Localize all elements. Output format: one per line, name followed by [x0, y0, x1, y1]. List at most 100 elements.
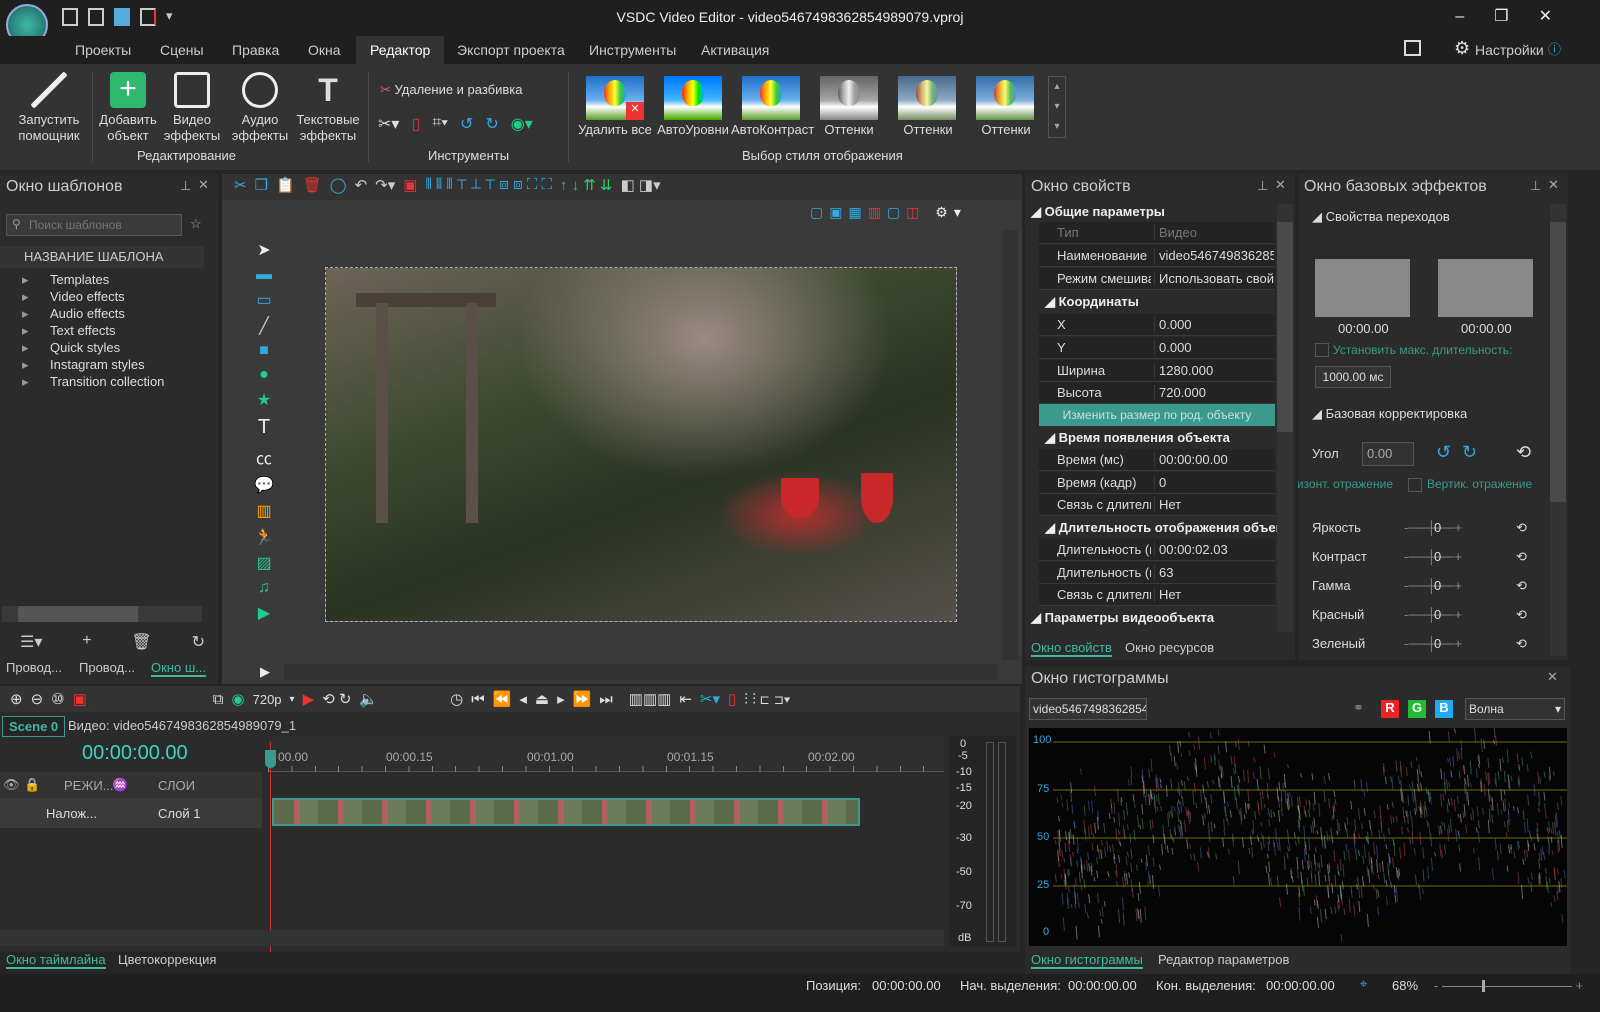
window-controls[interactable]: –❐✕ [1455, 6, 1582, 26]
close-icon[interactable]: ✕ [1547, 669, 1558, 685]
rotate-left-90-icon[interactable]: ↺ [1436, 442, 1451, 463]
animation-icon[interactable]: 🏃 [254, 527, 274, 547]
select-icon[interactable]: ▣ [403, 176, 417, 198]
play-preview-icon[interactable]: ▶ [260, 664, 270, 680]
property-row[interactable]: Время (кадр) 0 [1039, 472, 1275, 494]
property-row[interactable]: X 0.000 [1039, 314, 1275, 336]
drawing-tools[interactable]: ➤ ▬ ▭ ╱ ■ ● ★ T ㏄ 💬 ▥ 🏃 ▨ ♫ ▶ [252, 240, 276, 623]
angle-input[interactable]: 0.00 [1362, 442, 1414, 466]
volume-icon[interactable]: 🔈 [359, 690, 378, 708]
zoom-in-icon[interactable]: ⊕ [10, 690, 23, 708]
horizontal-scrollbar[interactable] [284, 664, 998, 680]
tree-item[interactable]: Templates [22, 272, 109, 288]
audio-effects-button[interactable]: Аудио эффекты [228, 72, 292, 144]
tab-color-correction[interactable]: Цветокоррекция [118, 952, 216, 967]
vertical-scrollbar[interactable] [1550, 204, 1566, 656]
pointer-icon[interactable]: ➤ [257, 240, 270, 260]
property-row[interactable]: Время (мс) 00:00:00.00 [1039, 449, 1275, 471]
line-icon[interactable]: ╱ [259, 316, 269, 336]
menu-editor[interactable]: Редактор [356, 36, 445, 64]
lock-icon[interactable]: 🔒 [24, 777, 40, 793]
trash-icon[interactable]: 🗑 [131, 632, 151, 652]
property-row[interactable]: Высота 720.000 [1039, 382, 1275, 404]
tab-video-clip[interactable]: Видео: video5467498362854989079_1 [68, 718, 296, 733]
property-row[interactable]: Длительность (мс)00:00:02.03 [1039, 539, 1275, 561]
close-icon[interactable]: ✕ [1275, 177, 1286, 193]
subtitles-icon[interactable]: ㏄ [256, 445, 272, 469]
tree-item[interactable]: Transition collection [22, 374, 164, 390]
split-icon[interactable]: ✂▾ [700, 690, 720, 708]
video-effects-button[interactable]: Видео эффекты [160, 72, 224, 144]
add-object-button[interactable]: + Добавить объект [96, 72, 160, 144]
layer-name[interactable]: Слой 1 [158, 806, 200, 821]
crop-icon[interactable]: ⌗▾ [432, 114, 448, 134]
gamma-slider[interactable]: Гамма -──┼──+ 0 ⟲ [1312, 578, 1552, 593]
property-row[interactable]: Связь с длительностьюНет [1039, 494, 1275, 516]
chart-icon[interactable]: ▥ [256, 501, 271, 521]
menu-scenes[interactable]: Сцены [160, 42, 204, 58]
tab-templates[interactable]: Окно ш... [151, 660, 207, 677]
trim-icon[interactable]: ▯ [728, 690, 736, 708]
text-effects-button[interactable]: T Текстовые эффекты [294, 72, 362, 144]
zoom-100-icon[interactable]: ⑩ [51, 690, 64, 708]
contrast-slider[interactable]: Контраст -──┼──+ 0 ⟲ [1312, 549, 1552, 564]
channel-b-button[interactable]: B [1435, 700, 1453, 718]
pin-icon[interactable]: ⊥ [1257, 178, 1268, 194]
undo-icon[interactable]: ↶ [355, 176, 368, 198]
rotate-right-90-icon[interactable]: ↻ [1462, 442, 1477, 463]
section-video-params[interactable]: ◢ Параметры видеообъекта [1031, 610, 1214, 626]
vertical-scrollbar[interactable] [1277, 204, 1293, 632]
playhead-handle[interactable] [265, 750, 276, 768]
menu-projects[interactable]: Проекты [75, 42, 131, 58]
timeline-toolbar[interactable]: ⊕ ⊖ ⑩ ▣ ⧉ ◉ 720p ▾ ▶ ⟲ ↻ 🔈 ◷ ⏮⏪◂⏏▸⏩⏭ ▥▥▥ ⇤ ✂▾ ▯ ⫶ ⫶ ⊏ ⊐… [0, 686, 1020, 712]
layer-row[interactable]: Налож... Слой 1 [0, 798, 262, 828]
tree-item[interactable]: Audio effects [22, 306, 125, 322]
paste-icon[interactable]: 📋 [276, 176, 295, 198]
audio-icon[interactable]: ♒ [112, 777, 128, 793]
close-icon[interactable]: ✕ [1548, 177, 1559, 193]
video-icon[interactable]: ▶ [258, 603, 270, 623]
tab-parameter-editor[interactable]: Редактор параметров [1158, 952, 1289, 967]
ellipse-icon[interactable]: ● [259, 366, 269, 384]
info-icon[interactable]: ⓘ [1548, 39, 1561, 58]
preview-mode-icon[interactable]: ⧉ [213, 691, 224, 708]
tab-histogram[interactable]: Окно гистограммы [1031, 952, 1143, 969]
blend-mode-select[interactable]: Налож... [46, 806, 97, 821]
section-general[interactable]: ◢ Общие параметры [1031, 204, 1165, 220]
horizontal-scrollbar[interactable] [0, 930, 944, 946]
column-header[interactable]: НАЗВАНИЕ ШАБЛОНА [0, 246, 204, 268]
tab-explorer-2[interactable]: Провод... [79, 660, 135, 675]
tab-scene[interactable]: Scene 0 [2, 716, 66, 737]
rotate-left-icon[interactable]: ↺ [460, 114, 473, 134]
channel-settings-icon[interactable]: ⚭ [1353, 700, 1364, 716]
zoom-slider[interactable]: - + [1434, 978, 1594, 993]
tab-timeline[interactable]: Окно таймлайна [6, 952, 106, 969]
rectangle-icon[interactable]: ▬ [256, 266, 272, 284]
template-search-input[interactable] [6, 214, 182, 236]
green-slider[interactable]: Зеленый -──┼──+ 0 ⟲ [1312, 636, 1552, 651]
horizontal-scrollbar[interactable] [2, 606, 202, 622]
gear-icon[interactable]: ⚙▾ [925, 204, 966, 220]
red-slider[interactable]: Красный -──┼──+ 0 ⟲ [1312, 607, 1552, 622]
tree-item[interactable]: Instagram styles [22, 357, 145, 373]
settings-button[interactable]: Настройки [1475, 42, 1544, 58]
channel-r-button[interactable]: R [1381, 700, 1399, 718]
playback-controls[interactable]: ⏮⏪◂⏏▸⏩⏭ [471, 690, 621, 708]
channel-g-button[interactable]: G [1408, 700, 1426, 718]
align-icons[interactable]: ⫴ ⫴ ⫴ ⊤ ⊥ ⊤ ⧈ ⧈ ⛶ ⛶ [425, 176, 552, 198]
zoom-out-icon[interactable]: ⊖ [31, 690, 44, 708]
rotate-right-icon[interactable]: ↻ [485, 114, 498, 134]
refresh-icon[interactable]: ↻ [192, 632, 205, 652]
record-icon[interactable]: ▶ [303, 690, 315, 708]
resolution-select[interactable]: 720p [253, 692, 282, 707]
property-row[interactable]: Связь с длительностьюНет [1039, 584, 1275, 606]
max-duration-input[interactable]: 1000.00 мс [1315, 366, 1391, 388]
transition-in-preview[interactable] [1315, 239, 1410, 317]
copy-icon[interactable]: ❐ [255, 176, 268, 198]
transition-out-preview[interactable] [1438, 239, 1533, 317]
section-appearance-time[interactable]: ◢ Время появления объекта [1045, 430, 1230, 446]
max-duration-checkbox[interactable] [1315, 343, 1329, 357]
cut-icon[interactable]: ✂ [234, 176, 247, 198]
styles-scroll[interactable]: ▴ ▾ ▾ [1048, 76, 1066, 138]
callout-icon[interactable]: 💬 [254, 475, 274, 495]
